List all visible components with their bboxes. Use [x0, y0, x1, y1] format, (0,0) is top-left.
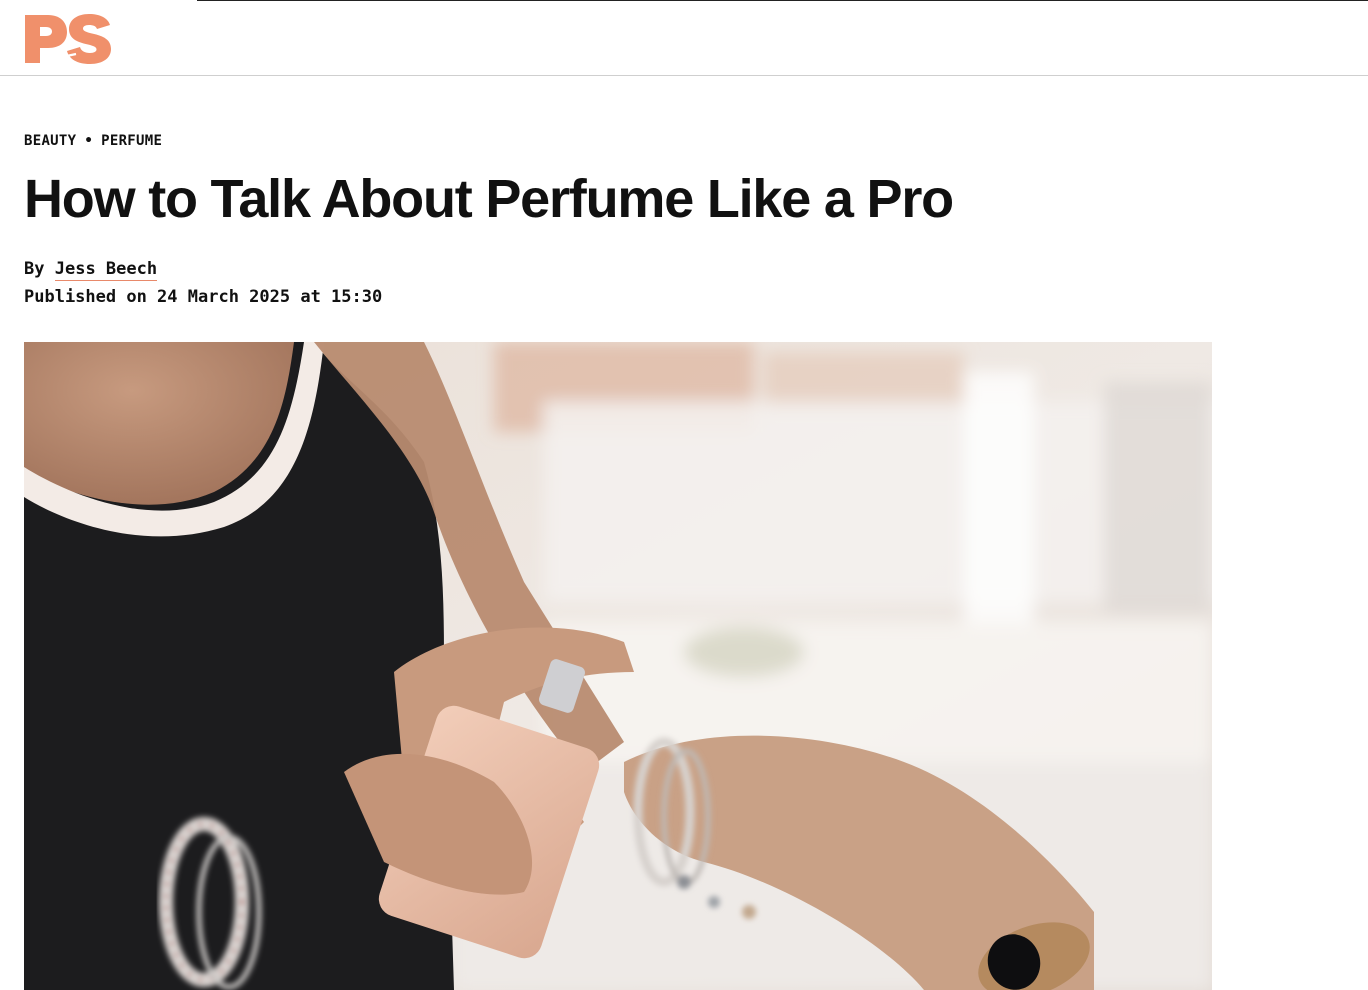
perfume-photo-icon — [24, 342, 1212, 990]
category-link-beauty[interactable]: BEAUTY — [24, 133, 76, 149]
byline-prefix: By — [24, 259, 45, 279]
published-date: Published on 24 March 2025 at 15:30 — [24, 287, 383, 307]
category-link-perfume[interactable]: PERFUME — [101, 133, 162, 149]
article-breadcrumb: BEAUTY • PERFUME — [24, 133, 162, 149]
hero-image — [24, 342, 1212, 990]
breadcrumb-separator: • — [84, 133, 94, 149]
site-header — [0, 0, 1368, 76]
article-title: How to Talk About Perfume Like a Pro — [24, 169, 954, 229]
header-top-rule — [197, 0, 1368, 1]
site-logo[interactable] — [24, 13, 112, 65]
ps-logo-icon — [25, 14, 111, 64]
article-byline: By Jess Beech — [24, 258, 158, 281]
author-link[interactable]: Jess Beech — [54, 259, 158, 281]
